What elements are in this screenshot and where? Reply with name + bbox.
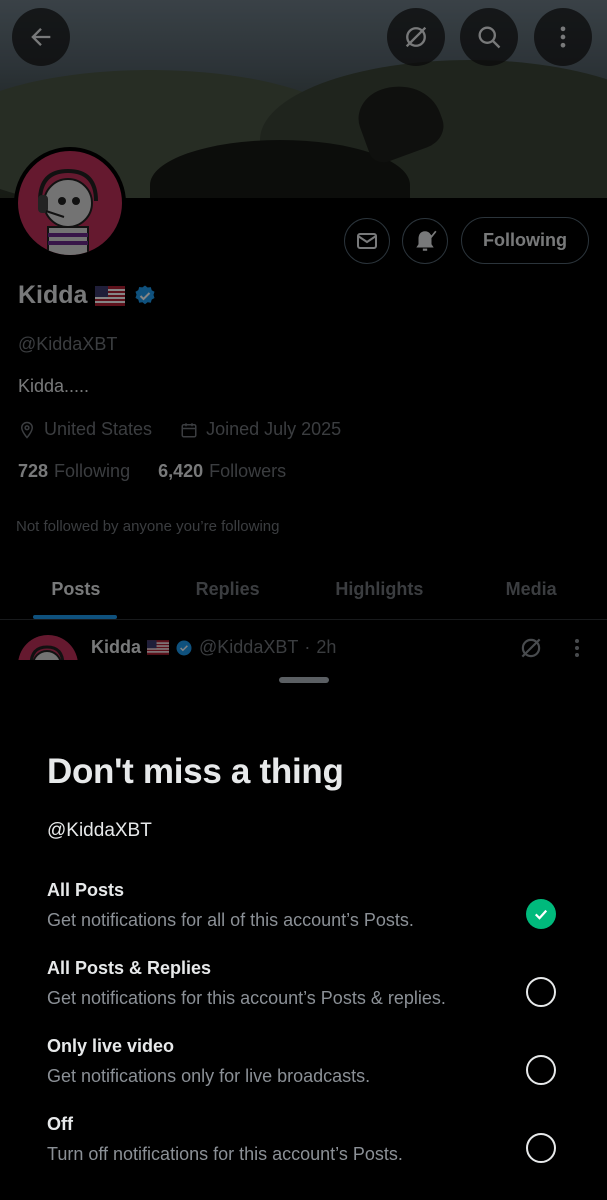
option-all-posts-replies[interactable]: All Posts & Replies Get notifications fo… <box>47 958 577 1022</box>
sheet-drag-handle[interactable] <box>279 677 329 683</box>
back-button[interactable] <box>12 8 70 66</box>
option-description: Turn off notifications for this account’… <box>47 1144 403 1164</box>
mail-icon <box>357 233 377 249</box>
search-button[interactable] <box>460 8 518 66</box>
option-description: Get notifications only for live broadcas… <box>47 1066 371 1086</box>
radio-unselected[interactable] <box>526 1055 556 1085</box>
verified-badge-icon <box>176 640 192 655</box>
profile-stats: 728 Following 6,420 Followers <box>18 461 286 482</box>
profile-page: Following Kidda @KiddaXBT Kidda..... Uni… <box>0 0 607 681</box>
radio-selected[interactable] <box>526 899 556 929</box>
post-time: 2h <box>316 637 337 657</box>
tab-media[interactable]: Media <box>455 560 607 619</box>
profile-avatar[interactable] <box>14 147 126 259</box>
followers-count[interactable]: 6,420 <box>158 461 203 482</box>
not-followed-note: Not followed by anyone you’re following <box>16 518 280 535</box>
tab-replies[interactable]: Replies <box>152 560 304 619</box>
post-author-handle: @KiddaXBT <box>199 637 299 657</box>
option-only-live-video[interactable]: Only live video Get notifications only f… <box>47 1036 577 1100</box>
option-description: Get notifications for this account’s Pos… <box>47 988 446 1008</box>
option-all-posts[interactable]: All Posts Get notifications for all of t… <box>47 880 577 944</box>
option-title: Only live video <box>47 1036 175 1056</box>
option-title: All Posts <box>47 880 125 900</box>
option-off[interactable]: Off Turn off notifications for this acco… <box>47 1114 577 1178</box>
profile-name-row: Kidda <box>18 281 157 310</box>
profile-joined: Joined July 2025 <box>206 419 342 439</box>
notifications-button[interactable] <box>402 218 448 264</box>
following-button[interactable]: Following <box>461 217 589 264</box>
search-icon <box>478 26 501 49</box>
profile-name: Kidda <box>18 281 88 309</box>
grok-button[interactable] <box>387 8 445 66</box>
post-header: Kidda @KiddaXBT · 2h <box>91 637 337 657</box>
radio-unselected[interactable] <box>526 1133 556 1163</box>
message-button[interactable] <box>344 218 390 264</box>
sheet-title: Don't miss a thing <box>47 752 344 791</box>
us-flag-icon <box>147 640 170 655</box>
check-icon <box>534 909 548 920</box>
following-count[interactable]: 728 <box>18 461 48 482</box>
more-vertical-icon <box>560 26 566 48</box>
post-author-name: Kidda <box>91 637 142 657</box>
profile-meta: United States Joined July 2025 <box>18 419 341 440</box>
bell-check-icon <box>416 230 437 251</box>
arrow-left-icon <box>31 28 51 46</box>
sheet-account-handle: @KiddaXBT <box>47 820 152 841</box>
calendar-icon <box>181 422 197 437</box>
profile-tabs: Posts Replies Highlights Media <box>0 560 607 620</box>
option-description: Get notifications for all of this accoun… <box>47 910 414 930</box>
grok-icon <box>405 26 427 48</box>
following-label[interactable]: Following <box>54 461 130 482</box>
location-pin-icon <box>20 421 34 439</box>
tab-posts[interactable]: Posts <box>0 560 152 619</box>
profile-bio: Kidda..... <box>18 376 90 396</box>
notification-settings-sheet: Don't miss a thing @KiddaXBT All Posts G… <box>0 660 607 1200</box>
radio-unselected[interactable] <box>526 977 556 1007</box>
us-flag-icon <box>95 285 126 306</box>
more-vertical-icon[interactable] <box>570 637 584 659</box>
grok-icon[interactable] <box>518 635 544 661</box>
verified-badge-icon <box>135 285 155 304</box>
option-title: All Posts & Replies <box>47 958 212 978</box>
more-button[interactable] <box>534 8 592 66</box>
option-title: Off <box>47 1114 73 1134</box>
profile-location: United States <box>44 419 153 439</box>
tab-highlights[interactable]: Highlights <box>304 560 456 619</box>
followers-label[interactable]: Followers <box>209 461 286 482</box>
profile-handle: @KiddaXBT <box>18 334 118 354</box>
